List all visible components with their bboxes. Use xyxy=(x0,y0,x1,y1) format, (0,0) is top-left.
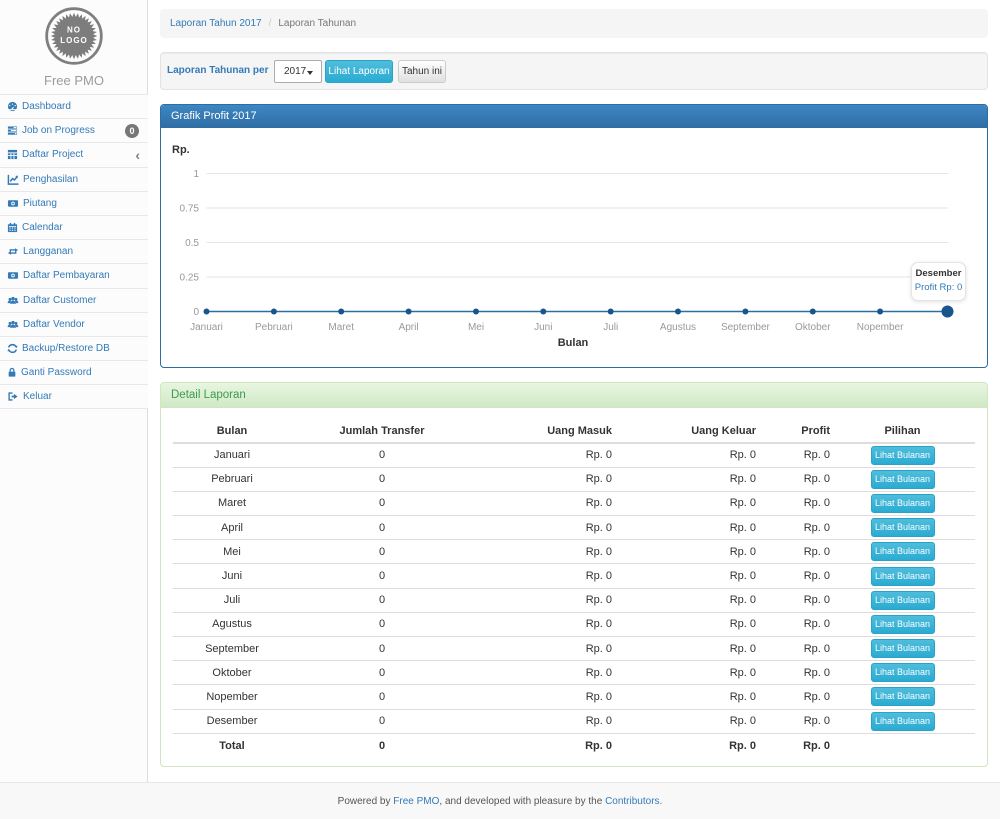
svg-text:Pebruari: Pebruari xyxy=(255,322,293,333)
svg-text:Oktober: Oktober xyxy=(795,322,831,333)
svg-text:LOGO: LOGO xyxy=(60,36,88,45)
svg-text:September: September xyxy=(721,322,771,333)
svg-text:Juni: Juni xyxy=(534,322,552,333)
svg-text:April: April xyxy=(399,322,419,333)
svg-text:Agustus: Agustus xyxy=(660,322,696,333)
svg-text:0: 0 xyxy=(193,307,199,318)
svg-text:1: 1 xyxy=(193,169,199,180)
svg-text:0.75: 0.75 xyxy=(180,204,200,215)
svg-text:0.5: 0.5 xyxy=(185,238,199,249)
svg-text:Maret: Maret xyxy=(328,322,354,333)
svg-text:Mei: Mei xyxy=(468,322,484,333)
svg-text:Januari: Januari xyxy=(190,322,223,333)
svg-text:Bulan: Bulan xyxy=(558,337,589,349)
svg-text:Rp.: Rp. xyxy=(172,144,190,156)
svg-text:Juli: Juli xyxy=(603,322,618,333)
svg-text:Nopember: Nopember xyxy=(857,322,904,333)
svg-text:NO: NO xyxy=(67,26,81,35)
svg-text:0.25: 0.25 xyxy=(180,273,200,284)
